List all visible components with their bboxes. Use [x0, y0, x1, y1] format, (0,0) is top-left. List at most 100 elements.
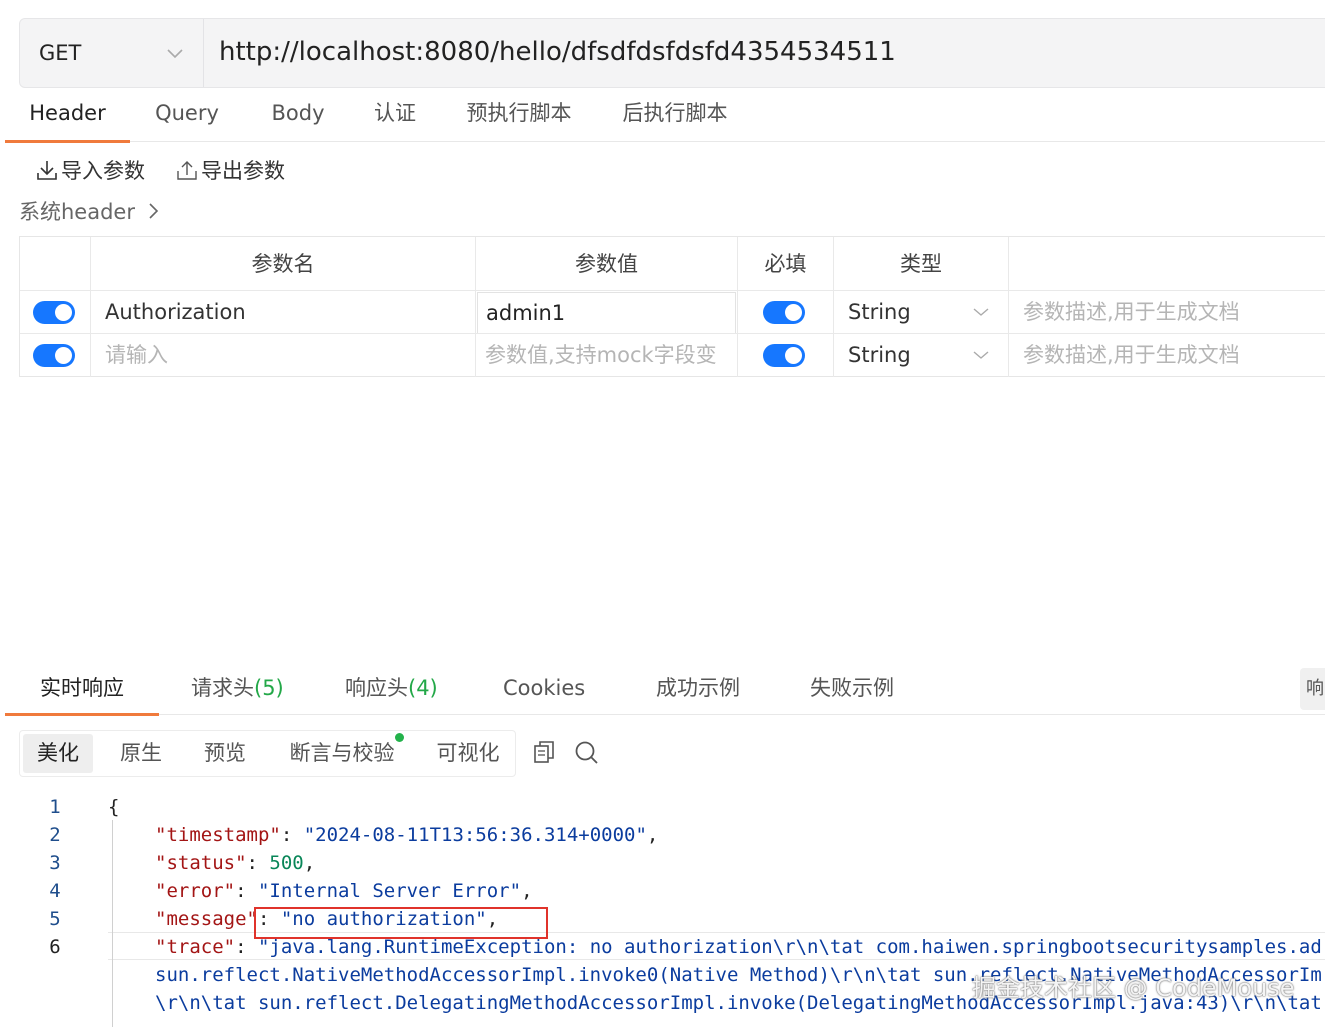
param-name-cell[interactable]: 请输入	[91, 334, 476, 377]
line-number: 4	[49, 880, 61, 902]
count-badge: (5)	[254, 676, 284, 700]
params-table: 参数名 参数值 必填 类型 Authorization admin1 Strin…	[19, 236, 1325, 377]
json-key: "message"	[155, 908, 258, 930]
system-header-toggle[interactable]: 系统header	[19, 196, 159, 226]
tab-success-example[interactable]: 成功示例	[655, 662, 741, 715]
param-name-cell[interactable]: Authorization	[91, 291, 476, 333]
json-number: 500	[269, 852, 304, 874]
code-line: "trace": "java.lang.RuntimeException: no…	[155, 936, 1322, 958]
tab-header[interactable]: Header	[5, 90, 130, 143]
required-toggle[interactable]	[763, 301, 805, 324]
param-description-input[interactable]: 参数描述,用于生成文档	[1023, 291, 1240, 333]
param-value-input[interactable]: 参数值,支持mock字段变	[485, 334, 717, 377]
type-select[interactable]: String	[834, 291, 1009, 333]
param-description-cell[interactable]: 参数描述,用于生成文档	[1009, 291, 1325, 333]
param-name-input[interactable]: Authorization	[105, 291, 246, 333]
response-side-button[interactable]: 响	[1300, 668, 1325, 710]
json-key: "error"	[155, 880, 236, 902]
param-description-cell[interactable]: 参数描述,用于生成文档	[1009, 334, 1325, 377]
table-header-row: 参数名 参数值 必填 类型	[20, 237, 1325, 291]
url-divider	[203, 19, 204, 87]
line-number: 2	[49, 824, 61, 846]
required-cell	[738, 291, 834, 333]
type-select[interactable]: String	[834, 334, 1009, 377]
json-key: "status"	[155, 852, 247, 874]
status-dot	[395, 733, 404, 742]
param-value-input[interactable]: admin1	[477, 292, 736, 333]
response-tabs: 实时响应 请求头(5) 响应头(4) Cookies 成功示例 失败示例	[5, 662, 1325, 716]
tab-auth[interactable]: 认证	[369, 90, 421, 142]
tab-query[interactable]: Query	[151, 90, 223, 142]
param-value-cell[interactable]: 参数值,支持mock字段变	[476, 334, 738, 377]
tab-cookies[interactable]: Cookies	[503, 662, 585, 715]
type-select-value: String	[848, 343, 911, 367]
chevron-down-icon	[973, 351, 989, 359]
required-toggle[interactable]	[763, 344, 805, 367]
view-mode-segment: 美化 原生 预览 断言与校验 可视化	[19, 730, 516, 777]
chevron-down-icon	[167, 49, 183, 59]
copy-icon[interactable]	[532, 739, 556, 767]
line-number: 6	[49, 936, 61, 958]
json-string: "2024-08-11T13:56:36.314+0000"	[303, 824, 647, 846]
json-string: "java.lang.RuntimeException: no authoriz…	[257, 936, 1322, 958]
json-key: "timestamp"	[155, 824, 281, 846]
request-tabs: Header Query Body 认证 预执行脚本 后执行脚本	[5, 90, 1325, 143]
export-params-button[interactable]: 导出参数	[176, 155, 285, 185]
view-preview[interactable]: 预览	[192, 734, 258, 773]
code-line: "error": "Internal Server Error",	[155, 880, 533, 902]
import-params-label: 导入参数	[61, 159, 145, 183]
tab-post-script[interactable]: 后执行脚本	[619, 90, 731, 142]
request-url-bar: GET http://localhost:8080/hello/dfsdfdsf…	[19, 18, 1325, 88]
tab-response-headers[interactable]: 响应头(4)	[345, 662, 438, 715]
open-brace: {	[108, 796, 120, 818]
required-cell	[738, 334, 834, 377]
tab-pre-script[interactable]: 预执行脚本	[463, 90, 575, 142]
code-line: {	[108, 796, 119, 818]
json-string: "Internal Server Error"	[257, 880, 522, 902]
view-pretty[interactable]: 美化	[23, 734, 93, 773]
param-description-input[interactable]: 参数描述,用于生成文档	[1023, 334, 1240, 377]
enable-toggle[interactable]	[33, 344, 75, 367]
tab-live-response[interactable]: 实时响应	[5, 662, 159, 716]
upload-icon	[177, 161, 197, 180]
header-cell-description	[1009, 237, 1325, 290]
url-input[interactable]: http://localhost:8080/hello/dfsdfdsfdsfd…	[219, 37, 896, 67]
view-raw[interactable]: 原生	[108, 734, 174, 773]
watermark: 掘金技术社区 @ CodeMouse	[972, 974, 1295, 1002]
code-line: "timestamp": "2024-08-11T13:56:36.314+00…	[155, 824, 659, 846]
header-cell-required: 必填	[738, 237, 834, 290]
header-cell-name: 参数名	[91, 237, 476, 290]
tab-request-headers[interactable]: 请求头(5)	[191, 662, 284, 715]
method-select[interactable]: GET	[20, 19, 203, 87]
highlight-box	[254, 907, 548, 939]
param-name-input[interactable]: 请输入	[105, 334, 168, 377]
system-header-label: 系统header	[19, 200, 135, 224]
json-key: "trace"	[155, 936, 236, 958]
param-value-text: admin1	[486, 301, 566, 325]
code-line: "status": 500,	[155, 852, 316, 874]
line-number: 5	[49, 908, 61, 930]
download-icon	[37, 161, 57, 180]
chevron-right-icon	[149, 203, 159, 219]
tab-body[interactable]: Body	[266, 90, 330, 142]
header-cell-value: 参数值	[476, 237, 738, 290]
header-cell-toggle	[20, 237, 91, 290]
table-row: Authorization admin1 String 参数描述,用于生成文档	[20, 291, 1325, 334]
indent-guide	[112, 820, 113, 1027]
tab-label: 响应头	[345, 676, 408, 700]
view-visualize[interactable]: 可视化	[428, 734, 508, 773]
import-params-button[interactable]: 导入参数	[36, 155, 145, 185]
table-row: 请输入 参数值,支持mock字段变 String 参数描述,用于生成文档	[20, 334, 1325, 377]
param-value-cell[interactable]: admin1	[476, 291, 738, 333]
header-cell-type: 类型	[834, 237, 1009, 290]
method-label: GET	[39, 41, 82, 65]
count-badge: (4)	[408, 676, 438, 700]
line-number: 1	[49, 796, 61, 818]
tab-label: 请求头	[191, 676, 254, 700]
line-number: 3	[49, 852, 61, 874]
export-params-label: 导出参数	[201, 159, 285, 183]
enable-toggle[interactable]	[33, 301, 75, 324]
tab-failure-example[interactable]: 失败示例	[809, 662, 895, 715]
view-assertions[interactable]: 断言与校验	[282, 734, 402, 773]
search-icon[interactable]	[574, 739, 600, 767]
